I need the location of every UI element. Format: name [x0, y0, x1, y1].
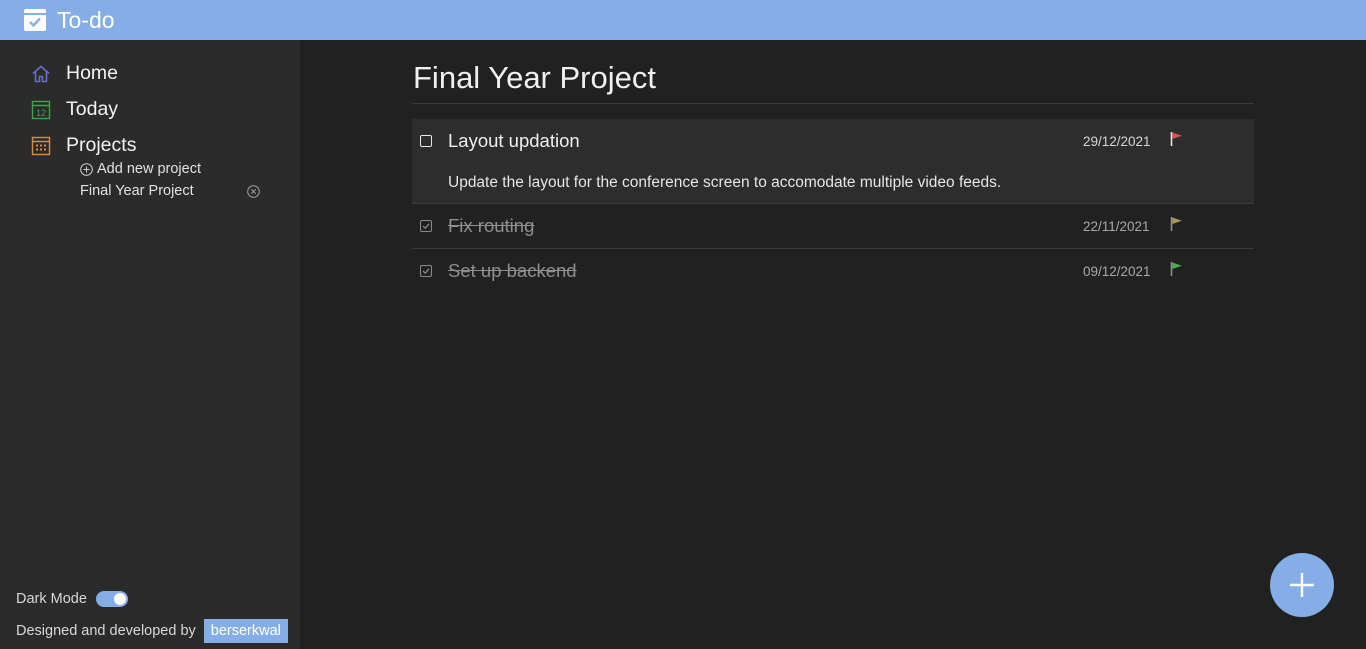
task-description: Update the layout for the conference scr…: [448, 174, 1002, 191]
sidebar: Home 12 Today Projects Add new project F…: [0, 40, 300, 649]
app-header: To-do: [0, 0, 1366, 40]
task-date: 29/12/2021: [1083, 134, 1151, 149]
add-task-button[interactable]: [1270, 553, 1334, 617]
calendar-grid-icon: [31, 136, 51, 156]
calendar-day-number: 12: [36, 108, 46, 118]
plus-icon: [1290, 573, 1314, 597]
sidebar-item-label: Home: [66, 62, 119, 84]
task-item[interactable]: Fix routing 22/11/2021: [412, 204, 1254, 249]
sidebar-item-projects[interactable]: Projects: [31, 134, 136, 157]
credits-text: Designed and developed by: [16, 623, 196, 639]
divider: [412, 103, 1254, 104]
calendar-check-icon: [24, 9, 46, 31]
calendar-day-icon: 12: [31, 100, 51, 120]
flag-icon[interactable]: [1170, 131, 1184, 147]
task-item[interactable]: Set up backend 09/12/2021: [412, 249, 1254, 293]
flag-icon[interactable]: [1170, 261, 1184, 277]
home-icon: [31, 64, 51, 84]
task-item[interactable]: Layout updation 29/12/2021 Update the la…: [412, 119, 1254, 204]
add-project-button[interactable]: Add new project: [80, 161, 201, 177]
plus-circle-icon: [80, 162, 93, 176]
app-title: To-do: [57, 7, 115, 33]
toggle-knob: [113, 593, 126, 605]
credits: Designed and developed by berserkwal: [16, 619, 288, 643]
task-title: Set up backend: [448, 260, 577, 281]
remove-project-icon[interactable]: [247, 185, 260, 198]
task-title: Layout updation: [448, 130, 580, 151]
sidebar-item-home[interactable]: Home: [31, 62, 118, 85]
sidebar-item-project[interactable]: Final Year Project: [80, 183, 194, 199]
sidebar-item-today[interactable]: 12 Today: [31, 98, 118, 121]
dark-mode-toggle[interactable]: [95, 591, 128, 607]
page-title: Final Year Project: [413, 60, 656, 95]
task-checkbox-checked[interactable]: [420, 220, 432, 232]
add-project-label: Add new project: [97, 161, 201, 177]
sidebar-item-label: Today: [66, 98, 119, 120]
task-checkbox[interactable]: [420, 135, 432, 147]
task-date: 22/11/2021: [1083, 219, 1150, 234]
sidebar-item-label: Projects: [66, 134, 137, 156]
task-date: 09/12/2021: [1083, 264, 1151, 279]
task-checkbox-checked[interactable]: [420, 265, 432, 277]
task-title: Fix routing: [448, 215, 535, 236]
dark-mode-setting: Dark Mode: [16, 591, 128, 607]
flag-icon[interactable]: [1170, 216, 1184, 232]
dark-mode-label: Dark Mode: [16, 591, 87, 607]
author-link[interactable]: berserkwal: [203, 619, 288, 643]
